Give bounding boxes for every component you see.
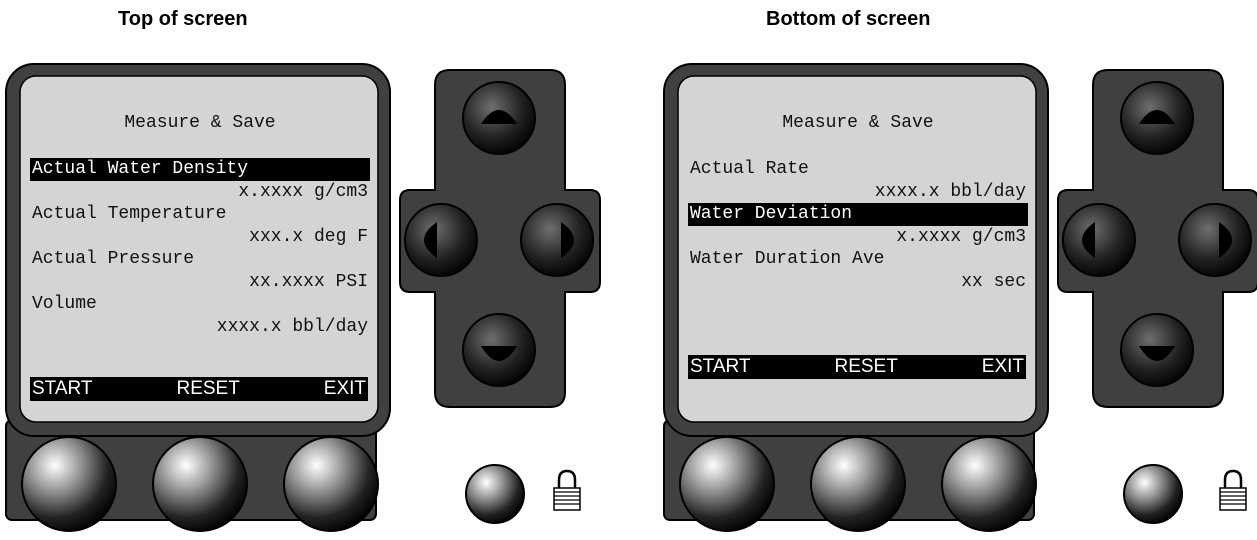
padlock-icon — [553, 469, 581, 511]
screen-title: Measure & Save — [124, 113, 276, 133]
screen-title: Measure & Save — [782, 113, 934, 133]
menu-item-actual-pressure[interactable]: Actual Pressure xx.xxxx PSI — [30, 248, 370, 293]
nav-down-button[interactable] — [1120, 313, 1194, 387]
softkey-button-1[interactable] — [679, 436, 775, 532]
start-softkey[interactable]: START — [32, 377, 93, 401]
nav-down-button[interactable] — [462, 313, 536, 387]
softkey-button-3[interactable] — [283, 436, 379, 532]
device-panel-bottom: Measure & Save Actual Rate xxxx.x bbl/da… — [658, 0, 1257, 540]
menu-item-water-duration-ave[interactable]: Water Duration Ave xx sec — [688, 248, 1028, 293]
menu-item-water-deviation[interactable]: Water Deviation x.xxxx g/cm3 — [688, 203, 1028, 248]
menu-item-value: xxxx.x bbl/day — [874, 181, 1026, 202]
menu-item-value: xx.xxxx PSI — [249, 271, 368, 292]
lcd-content: Measure & Save Actual Water Density x.xx… — [30, 94, 370, 404]
nav-right-button[interactable] — [520, 203, 594, 277]
softkey-button-1[interactable] — [21, 436, 117, 532]
menu-item-value: xxxx.x bbl/day — [216, 316, 368, 337]
menu-item-value: x.xxxx g/cm3 — [896, 226, 1026, 247]
softkey-button-2[interactable] — [152, 436, 248, 532]
menu-item-label: Actual Water Density — [30, 158, 370, 181]
nav-left-button[interactable] — [404, 203, 478, 277]
softkey-bar: START RESET EXIT — [30, 377, 368, 401]
exit-softkey[interactable]: EXIT — [982, 355, 1024, 379]
nav-up-button[interactable] — [462, 81, 536, 155]
enter-button[interactable] — [465, 464, 525, 524]
menu-item-value: xxx.x deg F — [249, 226, 368, 247]
nav-left-button[interactable] — [1062, 203, 1136, 277]
nav-up-button[interactable] — [1120, 81, 1194, 155]
menu-item-volume[interactable]: Volume xxxx.x bbl/day — [30, 293, 370, 338]
menu-item-label: Actual Pressure — [32, 249, 195, 269]
padlock-icon — [1219, 469, 1247, 511]
softkey-bar: START RESET EXIT — [688, 355, 1026, 379]
device-panel-top: Measure & Save Actual Water Density x.xx… — [0, 0, 620, 540]
menu-item-actual-rate[interactable]: Actual Rate xxxx.x bbl/day — [688, 158, 1028, 203]
menu-item-label: Volume — [32, 294, 97, 314]
menu-item-label: Actual Temperature — [32, 204, 227, 224]
menu-item-label: Water Deviation — [688, 203, 1028, 226]
menu-item-value: x.xxxx g/cm3 — [238, 181, 368, 202]
start-softkey[interactable]: START — [690, 355, 751, 379]
menu-item-actual-temperature[interactable]: Actual Temperature xxx.x deg F — [30, 203, 370, 248]
menu-item-actual-water-density[interactable]: Actual Water Density x.xxxx g/cm3 — [30, 158, 370, 203]
reset-softkey[interactable]: RESET — [176, 377, 239, 401]
softkey-button-3[interactable] — [941, 436, 1037, 532]
exit-softkey[interactable]: EXIT — [324, 377, 366, 401]
softkey-button-2[interactable] — [810, 436, 906, 532]
reset-softkey[interactable]: RESET — [834, 355, 897, 379]
menu-item-label: Water Duration Ave — [690, 249, 885, 269]
menu-item-value: xx sec — [961, 271, 1026, 292]
menu-item-label: Actual Rate — [690, 159, 809, 179]
nav-right-button[interactable] — [1178, 203, 1252, 277]
enter-button[interactable] — [1123, 464, 1183, 524]
